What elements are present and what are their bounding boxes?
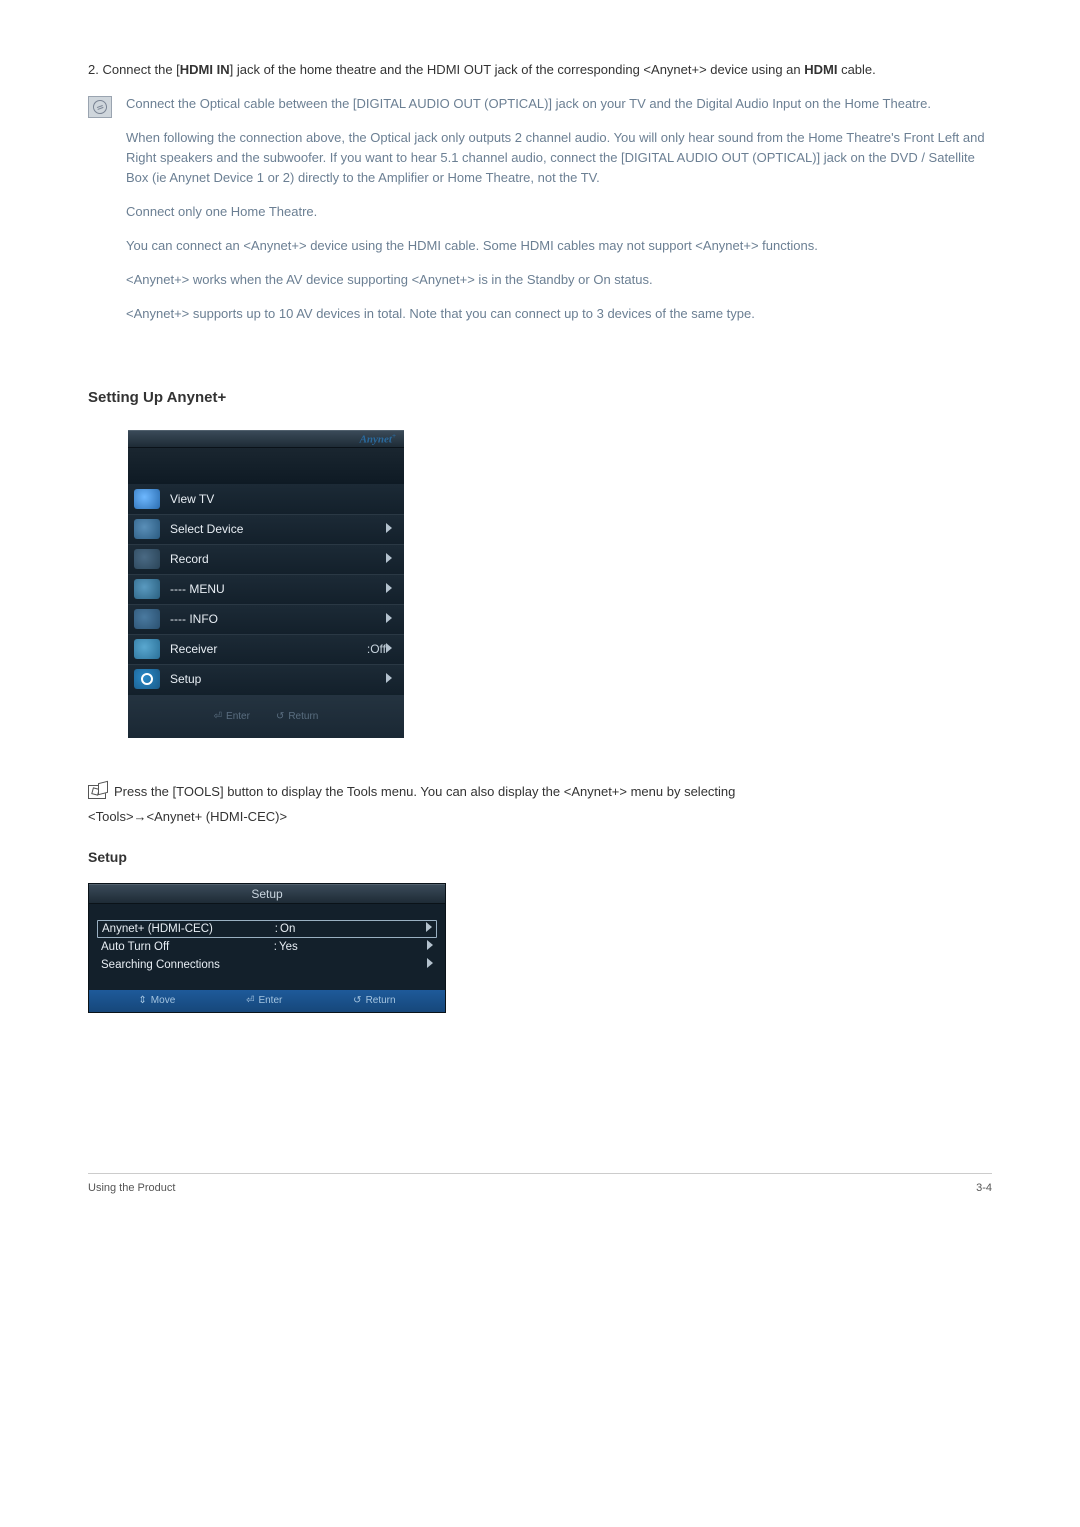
- note-icon: [88, 96, 112, 118]
- setup-row-label: Anynet+ (HDMI-CEC): [102, 923, 270, 935]
- anynet-logo-row: Anynet+: [128, 430, 404, 448]
- anynet-spacer: [128, 448, 404, 484]
- setup-row-auto-turn-off[interactable]: Auto Turn Off : Yes: [97, 938, 437, 956]
- setup-row-value: Yes: [279, 941, 427, 953]
- setup-footer: ⇕Move ⏎Enter ↺Return: [89, 990, 445, 1012]
- menu-item-label: Select Device: [170, 522, 386, 536]
- tools-text: Press the [TOOLS] button to display the …: [114, 782, 735, 802]
- note-item: <Anynet+> supports up to 10 AV devices i…: [126, 304, 992, 324]
- menu-item-view-tv[interactable]: View TV: [128, 484, 404, 514]
- tools-button-icon: [88, 785, 106, 799]
- menu-item-select-device[interactable]: Select Device: [128, 514, 404, 544]
- menu-item-value: :Off: [367, 642, 386, 656]
- menu-item-label: ---- INFO: [170, 612, 386, 626]
- chevron-right-icon: [386, 553, 392, 566]
- menu-item-label: Setup: [170, 672, 386, 686]
- footer-return-hint: ↺Return: [276, 711, 318, 722]
- footer-return-hint: ↺Return: [353, 995, 395, 1006]
- chevron-right-icon: [427, 958, 433, 971]
- footer-enter-hint: ⏎Enter: [214, 711, 250, 722]
- return-icon: ↺: [353, 995, 361, 1006]
- setup-row-label: Auto Turn Off: [101, 941, 269, 953]
- note-item: Connect only one Home Theatre.: [126, 202, 992, 222]
- menu-item-receiver[interactable]: Receiver :Off: [128, 634, 404, 664]
- anynet-footer: ⏎Enter ↺Return: [128, 694, 404, 738]
- footer-page-number: 3-4: [976, 1182, 992, 1194]
- footer-move-hint: ⇕Move: [138, 995, 175, 1006]
- enter-icon: ⏎: [246, 995, 254, 1006]
- chevron-right-icon: [426, 922, 432, 935]
- menu-item-label: Receiver: [170, 642, 355, 656]
- anynet-logo: Anynet+: [360, 432, 396, 446]
- anynet-osd-panel: Anynet+ View TV Select Device Record ---…: [128, 430, 404, 738]
- setup-title: Setup: [89, 884, 445, 904]
- setup-row-anynet-hdmi-cec[interactable]: Anynet+ (HDMI-CEC) : On: [97, 920, 437, 938]
- chevron-right-icon: [386, 673, 392, 686]
- menu-item-menu[interactable]: ---- MENU: [128, 574, 404, 604]
- record-icon: [134, 549, 160, 569]
- setup-row-value: On: [280, 923, 426, 935]
- note-item: <Anynet+> works when the AV device suppo…: [126, 270, 992, 290]
- page-footer: Using the Product 3-4: [88, 1173, 992, 1194]
- sub-heading-setup: Setup: [88, 849, 992, 865]
- chevron-right-icon: [386, 613, 392, 626]
- tv-icon: [134, 489, 160, 509]
- chevron-right-icon: [386, 523, 392, 536]
- menu-item-info[interactable]: ---- INFO: [128, 604, 404, 634]
- enter-icon: ⏎: [214, 711, 222, 722]
- note-item: When following the connection above, the…: [126, 128, 992, 188]
- chevron-right-icon: [386, 583, 392, 596]
- menu-item-setup[interactable]: Setup: [128, 664, 404, 694]
- menu-item-label: View TV: [170, 492, 392, 506]
- chevron-right-icon: [427, 940, 433, 953]
- tools-path: <Tools>→<Anynet+ (HDMI-CEC)>: [88, 807, 992, 827]
- menu-item-label: Record: [170, 552, 386, 566]
- footer-section-title: Using the Product: [88, 1182, 175, 1194]
- setup-row-searching-connections[interactable]: Searching Connections: [97, 956, 437, 974]
- note-items: Connect the Optical cable between the [D…: [126, 94, 992, 339]
- setup-row-label: Searching Connections: [101, 959, 269, 971]
- tools-instruction: Press the [TOOLS] button to display the …: [88, 782, 992, 802]
- setup-spacer: [89, 904, 445, 916]
- note-item: Connect the Optical cable between the [D…: [126, 94, 992, 114]
- note-block: Connect the Optical cable between the [D…: [88, 94, 992, 339]
- gear-icon: [134, 669, 160, 689]
- setup-osd-panel: Setup Anynet+ (HDMI-CEC) : On Auto Turn …: [88, 883, 446, 1013]
- colon: :: [270, 923, 280, 935]
- return-icon: ↺: [276, 711, 284, 722]
- menu-icon: [134, 579, 160, 599]
- device-icon: [134, 519, 160, 539]
- menu-item-label: ---- MENU: [170, 582, 386, 596]
- section-heading-setting-up-anynet: Setting Up Anynet+: [88, 389, 992, 406]
- step-2-text: 2. Connect the [HDMI IN] jack of the hom…: [88, 60, 992, 80]
- info-icon: [134, 609, 160, 629]
- footer-enter-hint: ⏎Enter: [246, 995, 282, 1006]
- receiver-icon: [134, 639, 160, 659]
- colon: :: [269, 941, 279, 953]
- chevron-right-icon: [386, 643, 392, 656]
- note-item: You can connect an <Anynet+> device usin…: [126, 236, 992, 256]
- updown-icon: ⇕: [138, 995, 146, 1006]
- menu-item-record[interactable]: Record: [128, 544, 404, 574]
- anynet-menu-list: View TV Select Device Record ---- MENU -…: [128, 484, 404, 694]
- setup-body: Anynet+ (HDMI-CEC) : On Auto Turn Off : …: [89, 916, 445, 990]
